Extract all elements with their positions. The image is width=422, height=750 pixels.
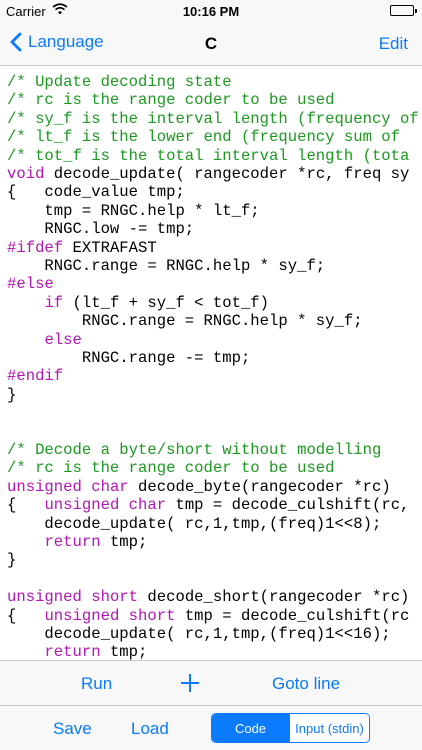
code-token: tmp = RNGC.help * lt_f; [7,201,260,220]
code-line: /* rc is the range coder to be used [7,91,335,109]
status-bar: Carrier 10:16 PM [0,0,422,22]
code-token: RNGC.range = RNGC.help * sy_f; [7,257,326,275]
code-token: /* lt_f is the lower end (frequency sum … [7,128,401,147]
code-editor[interactable]: /* Update decoding state/* rc is the ran… [0,66,422,660]
goto-line-button[interactable]: Goto line [272,674,340,694]
code-line: unsigned char decode_byte(rangecoder *rc… [7,478,391,496]
code-token: short [128,606,176,625]
code-line: decode_update( rc,1,tmp,(freq)1<<8); [7,515,381,533]
plus-icon [181,674,199,692]
code-token: (lt_f + sy_f < tot_f) [63,293,270,312]
code-line: { code_value tmp; [7,183,185,201]
code-line: else [7,330,82,349]
code-line: { unsigned char tmp = decode_culshift(rc… [7,496,409,514]
code-token: RNGC.low -= tmp; [7,220,195,239]
page-title: C [204,34,218,53]
code-token: EXTRAFAST [63,238,157,257]
code-line: return tmp; [7,533,147,551]
code-token: char [91,477,129,496]
run-button[interactable]: Run [81,674,112,694]
code-token: char [128,496,167,515]
code-token: /* rc is the range coder to be used [7,459,335,478]
code-line: /* lt_f is the lower end (frequency sum … [7,128,400,146]
code-token: decode_update( rangecoder *rc, freq sy [44,165,410,183]
code-line: #endif [7,367,63,385]
code-line: RNGC.low -= tmp; [7,220,194,238]
view-segmented-control: Code Input (stdin) [211,713,370,743]
code-token: tmp = decode_culshift(rc [175,606,410,625]
code-line: /* sy_f is the interval length (frequenc… [7,110,419,128]
action-toolbar: Run Goto line [0,660,422,705]
code-token: decode_byte(rangecoder *rc) [128,477,391,496]
code-line: /* Update decoding state [7,73,232,91]
code-token: /* rc is the range coder to be used [7,91,335,110]
save-button[interactable]: Save [53,719,92,739]
code-token: { [7,606,45,625]
code-token: unsigned [44,496,120,515]
code-token: } [7,551,17,570]
segment-input-stdin[interactable]: Input (stdin) [290,714,369,742]
code-token: void [7,165,45,183]
code-token: #endif [7,367,64,386]
code-line: } [7,551,16,569]
code-token: /* Decode a byte/short without modelling [7,441,382,459]
battery-icon [390,5,417,16]
file-toolbar: Save Load Code Input (stdin) [0,705,422,750]
code-line: /* Decode a byte/short without modelling [7,441,381,459]
status-time: 10:16 PM [182,4,240,19]
code-line: RNGC.range = RNGC.help * sy_f; [7,312,363,330]
code-line: } [7,386,16,404]
code-line: unsigned short decode_short(rangecoder *… [7,588,409,606]
code-token: /* Update decoding state [7,73,232,91]
code-line: /* rc is the range coder to be used [7,459,335,477]
code-token: unsigned [7,477,82,496]
code-token: decode_update( rc,1,tmp,(freq)1<<16); [7,625,391,643]
code-line: if (lt_f + sy_f < tot_f) [7,294,269,312]
code-token: decode_short(rangecoder *rc) [138,588,410,607]
code-token: /* tot_f is the total interval length (t… [7,146,410,165]
code-token: RNGC.range -= tmp; [7,349,251,367]
code-token: if [44,293,64,312]
edit-button[interactable]: Edit [379,34,408,54]
code-line: #else [7,275,54,293]
code-line: RNGC.range = RNGC.help * sy_f; [7,257,325,275]
code-token: tmp; [100,533,148,551]
code-token: short [91,588,139,607]
code-line: return tmp; [7,643,147,660]
code-line: decode_update( rc,1,tmp,(freq)1<<16); [7,625,391,643]
code-token: #ifdef [7,238,64,257]
code-token: return [44,643,101,660]
add-button[interactable] [179,672,201,699]
code-token: } [7,385,17,404]
code-token: decode_update( rc,1,tmp,(freq)1<<8); [7,514,382,533]
code-line: void decode_update( rangecoder *rc, freq… [7,165,409,183]
code-token: tmp; [100,643,148,660]
segment-code[interactable]: Code [212,714,290,742]
code-token: /* sy_f is the interval length (frequenc… [7,109,419,128]
code-token: #else [7,275,54,294]
code-line: #ifdef EXTRAFAST [7,239,157,257]
code-line: tmp = RNGC.help * lt_f; [7,201,260,220]
code-token: return [44,533,101,551]
code-token: unsigned [44,606,120,625]
code-token: unsigned [7,588,82,607]
code-line: /* tot_f is the total interval length (t… [7,147,409,165]
code-line: RNGC.range -= tmp; [7,349,250,367]
code-token: tmp = decode_culshift(rc, [166,496,410,515]
code-token: RNGC.range = RNGC.help * sy_f; [7,312,363,331]
load-button[interactable]: Load [131,719,169,739]
code-token: { code_value tmp; [7,183,185,202]
code-token: { [7,496,45,515]
code-token: else [44,330,82,349]
navigation-bar: Language C Edit [0,22,422,66]
code-line: { unsigned short tmp = decode_culshift(r… [7,607,409,625]
